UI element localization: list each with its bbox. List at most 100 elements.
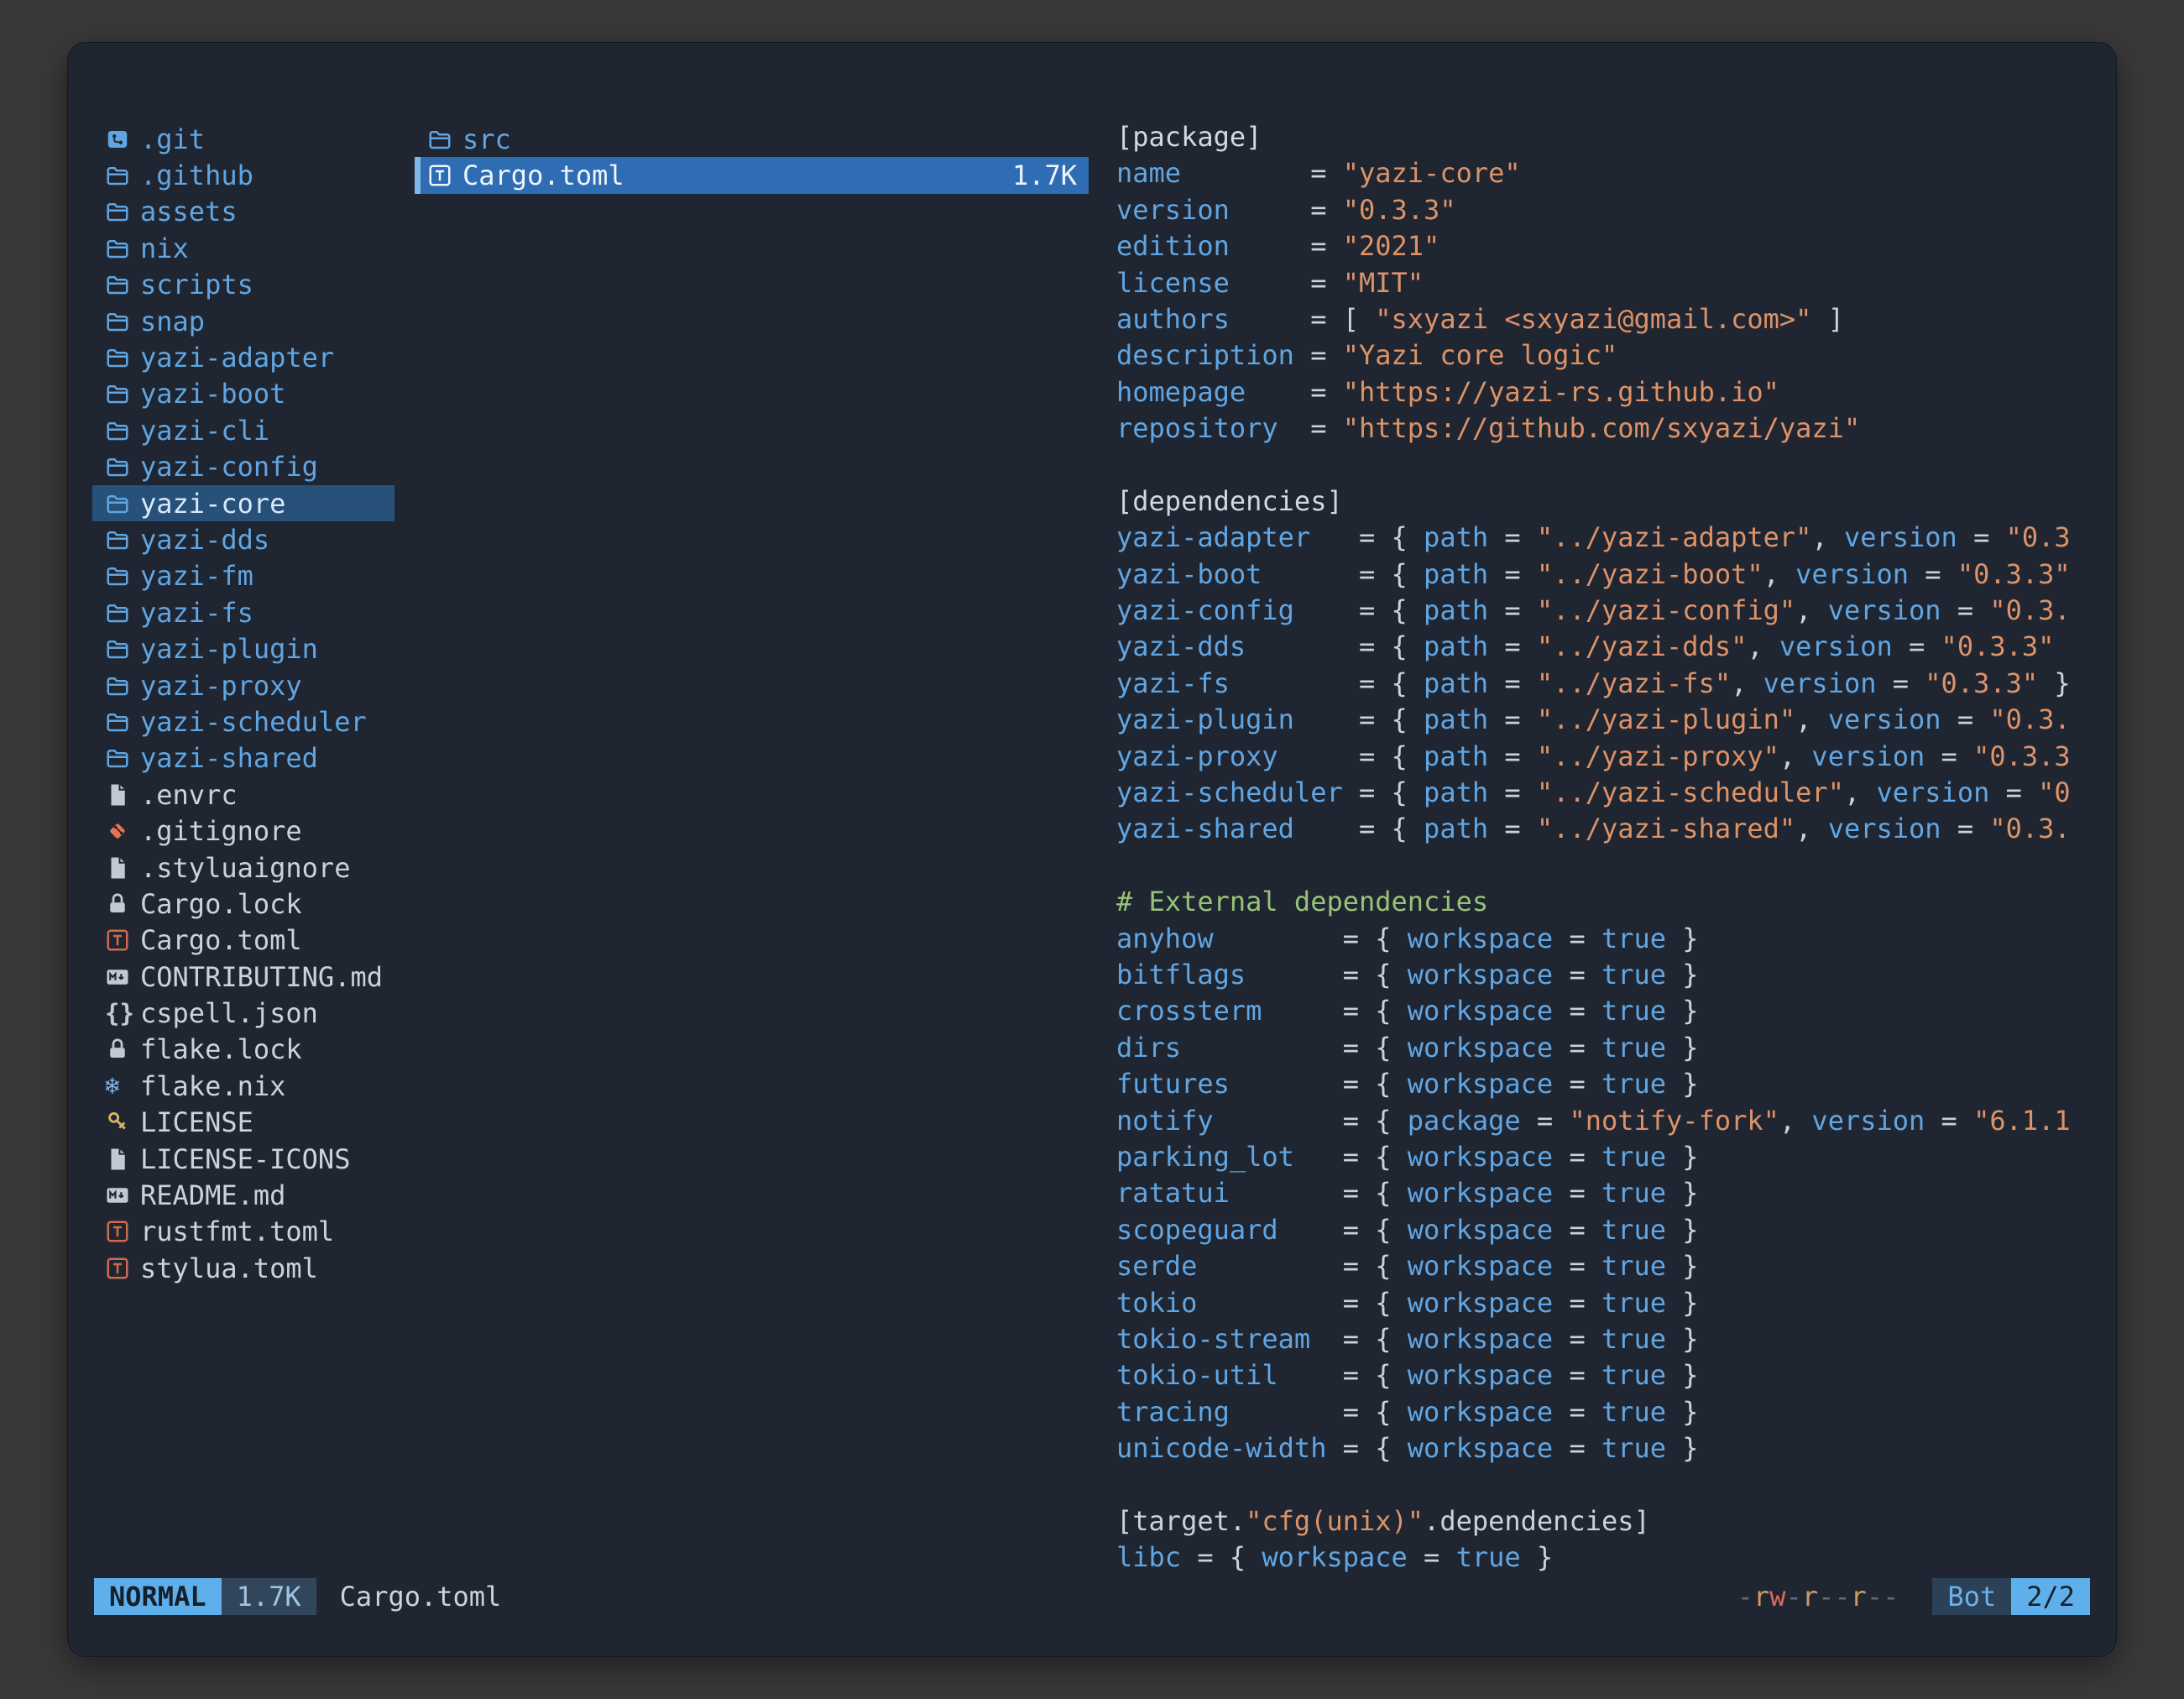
- file-name: nix: [140, 233, 189, 264]
- file-row-assets[interactable]: assets: [92, 194, 394, 230]
- file-name: assets: [140, 196, 238, 227]
- file-row--gitignore[interactable]: .gitignore: [92, 813, 394, 849]
- file-name: README.md: [140, 1179, 285, 1211]
- file-name: yazi-dds: [140, 524, 269, 556]
- folder-icon: [105, 673, 140, 698]
- preview-line: tracing = { workspace = true }: [1116, 1396, 2093, 1432]
- file-row-yazi-core[interactable]: yazi-core: [92, 485, 394, 521]
- file-size-badge: 1.7K: [222, 1578, 316, 1615]
- file-row-rustfmt-toml[interactable]: rustfmt.toml: [92, 1214, 394, 1250]
- yazi-terminal-window[interactable]: .git.github assets nixscriptssnap yazi-adap…: [67, 42, 2117, 1657]
- file-name: LICENSE: [140, 1106, 253, 1138]
- file-row-snap[interactable]: snap: [92, 303, 394, 339]
- file-icon: [105, 855, 140, 881]
- preview-line: license = "MIT": [1116, 267, 2093, 303]
- file-name: Cargo.lock: [140, 888, 302, 920]
- preview-line: scopeguard = { workspace = true }: [1116, 1214, 2093, 1250]
- preview-line: ratatui = { workspace = true }: [1116, 1177, 2093, 1213]
- file-name: yazi-boot: [140, 378, 285, 410]
- file-name: yazi-cli: [140, 415, 269, 447]
- file-row-yazi-cli[interactable]: yazi-cli: [92, 412, 394, 448]
- preview-line: yazi-config = { path = "../yazi-config",…: [1116, 594, 2093, 630]
- file-row-yazi-shared[interactable]: yazi-shared: [92, 740, 394, 776]
- file-row-contributing-md[interactable]: CONTRIBUTING.md: [92, 959, 394, 995]
- file-name: yazi-fm: [140, 560, 253, 592]
- file-row-scripts[interactable]: scripts: [92, 267, 394, 303]
- file-row--styluaignore[interactable]: .styluaignore: [92, 850, 394, 886]
- file-name: Cargo.toml: [462, 159, 624, 191]
- preview-line: yazi-dds = { path = "../yazi-dds", versi…: [1116, 630, 2093, 667]
- file-row-yazi-config[interactable]: yazi-config: [92, 449, 394, 485]
- file-row-yazi-fs[interactable]: yazi-fs: [92, 594, 394, 630]
- file-name: .styluaignore: [140, 852, 350, 884]
- file-row-license-icons[interactable]: LICENSE-ICONS: [92, 1141, 394, 1177]
- preview-line: libc = { workspace = true }: [1116, 1541, 2093, 1577]
- preview-line: authors = [ "sxyazi <sxyazi@gmail.com>" …: [1116, 303, 2093, 339]
- file-name: flake.nix: [140, 1070, 285, 1102]
- file-row-yazi-dds[interactable]: yazi-dds: [92, 521, 394, 557]
- file-row-yazi-plugin[interactable]: yazi-plugin: [92, 630, 394, 667]
- file-name: yazi-adapter: [140, 342, 334, 374]
- toml-icon: [427, 163, 462, 188]
- preview-line: tokio = { workspace = true }: [1116, 1287, 2093, 1323]
- folder-icon: [105, 309, 140, 334]
- file-name: yazi-fs: [140, 597, 253, 629]
- file-name: snap: [140, 306, 205, 337]
- preview-line: homepage = "https://yazi-rs.github.io": [1116, 376, 2093, 412]
- file-row-cargo-toml[interactable]: Cargo.toml: [92, 923, 394, 959]
- folder-icon: [105, 272, 140, 297]
- preview-line: [1116, 449, 2093, 485]
- preview-line: yazi-plugin = { path = "../yazi-plugin",…: [1116, 703, 2093, 740]
- preview-line: unicode-width = { workspace = true }: [1116, 1432, 2093, 1468]
- file-icon: [105, 1147, 140, 1172]
- key-icon: [105, 1110, 140, 1135]
- preview-line: anyhow = { workspace = true }: [1116, 923, 2093, 959]
- parent-pane: .git.github assets nixscriptssnap yazi-adap…: [92, 121, 394, 1287]
- file-row-flake-nix[interactable]: ❄flake.nix: [92, 1068, 394, 1104]
- folder-icon: [105, 381, 140, 406]
- file-row-stylua-toml[interactable]: stylua.toml: [92, 1250, 394, 1286]
- file-row-yazi-boot[interactable]: yazi-boot: [92, 376, 394, 412]
- file-row-yazi-adapter[interactable]: yazi-adapter: [92, 339, 394, 375]
- file-row-flake-lock[interactable]: flake.lock: [92, 1032, 394, 1068]
- preview-line: yazi-fs = { path = "../yazi-fs", version…: [1116, 667, 2093, 703]
- preview-line: name = "yazi-core": [1116, 157, 2093, 193]
- file-row--envrc[interactable]: .envrc: [92, 776, 394, 813]
- preview-line: [target."cfg(unix)".dependencies]: [1116, 1505, 2093, 1541]
- preview-line: [1116, 1468, 2093, 1504]
- file-row-nix[interactable]: nix: [92, 230, 394, 266]
- file-row-cspell-json[interactable]: {}cspell.json: [92, 995, 394, 1031]
- nix-icon: ❄: [105, 1074, 140, 1098]
- file-name: yazi-plugin: [140, 633, 318, 665]
- file-row--github[interactable]: .github: [92, 157, 394, 193]
- file-row-readme-md[interactable]: README.md: [92, 1177, 394, 1213]
- file-row--git[interactable]: .git: [92, 121, 394, 157]
- file-name: flake.lock: [140, 1033, 302, 1065]
- preview-line: repository = "https://github.com/sxyazi/…: [1116, 412, 2093, 448]
- preview-line: yazi-adapter = { path = "../yazi-adapter…: [1116, 521, 2093, 557]
- file-row-yazi-fm[interactable]: yazi-fm: [92, 558, 394, 594]
- file-size: 1.7K: [1012, 159, 1077, 191]
- preview-line: yazi-shared = { path = "../yazi-shared",…: [1116, 813, 2093, 849]
- preview-line: yazi-proxy = { path = "../yazi-proxy", v…: [1116, 740, 2093, 776]
- folder-icon: [105, 454, 140, 479]
- file-row-yazi-scheduler[interactable]: yazi-scheduler: [92, 703, 394, 740]
- preview-line: edition = "2021": [1116, 230, 2093, 266]
- preview-pane[interactable]: [package]name = "yazi-core"version = "0.…: [1116, 121, 2093, 1578]
- file-name: .envrc: [140, 779, 238, 811]
- preview-line: version = "0.3.3": [1116, 194, 2093, 230]
- folder-icon: [105, 709, 140, 734]
- folder-icon: [105, 527, 140, 552]
- file-row-cargo-lock[interactable]: Cargo.lock: [92, 886, 394, 922]
- permissions-text: -rw-r--r--: [1737, 1581, 1899, 1613]
- file-row-src[interactable]: src: [415, 121, 1089, 157]
- file-row-license[interactable]: LICENSE: [92, 1105, 394, 1141]
- file-name: yazi-config: [140, 451, 318, 483]
- folder-icon: [105, 199, 140, 224]
- file-row-cargo-toml[interactable]: Cargo.toml 1.7K: [415, 157, 1089, 193]
- file-row-yazi-proxy[interactable]: yazi-proxy: [92, 667, 394, 703]
- preview-line: bitflags = { workspace = true }: [1116, 959, 2093, 995]
- file-name: yazi-core: [140, 488, 285, 520]
- file-name: .github: [140, 159, 253, 191]
- toml-icon: [105, 1256, 140, 1281]
